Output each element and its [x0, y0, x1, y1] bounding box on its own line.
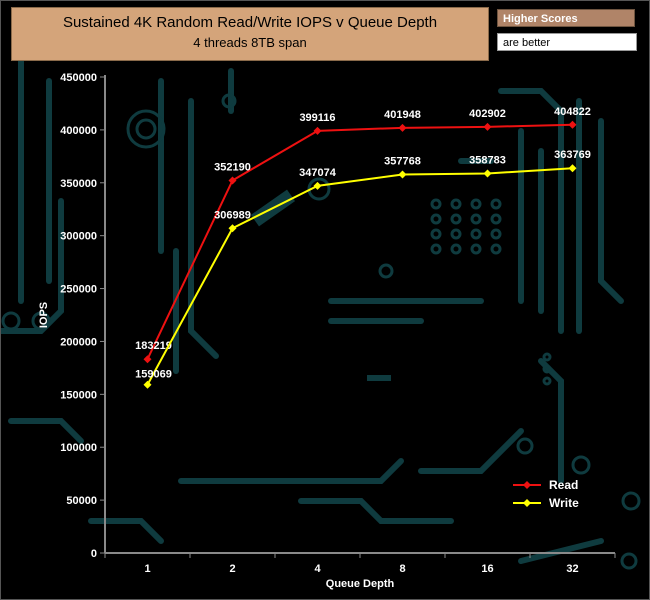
axes: 0 50000 100000 150000 200000 250000 300000 3500…	[38, 72, 616, 590]
decoration-pad	[450, 213, 462, 225]
legend-marker	[523, 481, 531, 489]
decoration-trace	[88, 518, 164, 544]
decoration-pad	[490, 198, 502, 210]
y-axis-ticks: 0 50000 100000 150000 200000 250000 300000 3500…	[60, 72, 105, 560]
data-label: 357768	[384, 156, 421, 168]
data-label: 347074	[299, 167, 337, 179]
legend-label: Write	[549, 496, 579, 510]
decoration-trace	[178, 458, 404, 484]
y-tick-label: 50000	[66, 495, 97, 507]
data-label: 363769	[554, 149, 591, 161]
chart-canvas: 0 50000 100000 150000 200000 250000 300000 3500…	[1, 58, 641, 590]
decoration-pad	[490, 213, 502, 225]
decoration-pad	[450, 243, 462, 255]
y-tick-label: 150000	[60, 389, 97, 401]
y-tick-label: 450000	[60, 72, 97, 84]
x-axis-title: Queue Depth	[326, 578, 395, 590]
y-tick-label: 0	[91, 548, 97, 560]
decoration-pad	[430, 228, 442, 240]
data-point	[143, 380, 152, 389]
decoration-pad	[470, 198, 482, 210]
data-point	[483, 122, 492, 131]
decoration-pad	[490, 228, 502, 240]
higher-scores-note: Higher Scores	[497, 9, 635, 27]
decoration-trace	[598, 118, 624, 304]
series-line-read	[146, 123, 573, 360]
x-tick-label: 8	[399, 563, 405, 575]
data-point	[483, 169, 492, 178]
decoration-pad	[571, 455, 591, 475]
are-better-note: are better	[497, 33, 637, 51]
data-label: 404822	[554, 106, 591, 118]
decoration-pad	[490, 243, 502, 255]
chart-subtitle: 4 threads 8TB span	[193, 35, 307, 50]
data-label: 401948	[384, 109, 421, 121]
decoration-pad	[542, 352, 552, 362]
data-point	[568, 120, 577, 129]
decoration-pad	[470, 213, 482, 225]
data-point	[313, 126, 322, 135]
data-point	[398, 170, 407, 179]
legend-label: Read	[549, 478, 578, 492]
decoration-trace	[8, 418, 84, 444]
x-tick-label: 2	[229, 563, 235, 575]
legend: Read Write	[513, 478, 579, 510]
data-point	[568, 164, 577, 173]
decoration-pad	[620, 552, 638, 570]
decoration-block	[367, 375, 391, 381]
decoration-pad	[470, 228, 482, 240]
y-tick-label: 300000	[60, 231, 97, 243]
decoration-pad	[378, 263, 394, 279]
data-point	[228, 176, 237, 185]
decoration-pad	[450, 228, 462, 240]
x-tick-label: 32	[566, 563, 578, 575]
y-tick-label: 200000	[60, 336, 97, 348]
chart-title-box: Sustained 4K Random Read/Write IOPS v Qu…	[11, 7, 489, 61]
decoration-pad	[542, 376, 552, 386]
data-label: 399116	[299, 112, 335, 124]
circuit-background-decoration	[1, 58, 641, 570]
data-label: 352190	[214, 161, 251, 173]
chart-frame: 0 50000 100000 150000 200000 250000 300000 3500…	[0, 0, 650, 600]
decoration-pad	[135, 118, 157, 140]
data-label: 358783	[469, 154, 506, 166]
decoration-trace	[298, 498, 454, 524]
data-point	[228, 224, 237, 233]
y-tick-label: 350000	[60, 178, 97, 190]
legend-marker	[523, 499, 531, 507]
y-tick-label: 250000	[60, 284, 97, 296]
data-point	[143, 355, 152, 364]
decoration-pad	[621, 491, 641, 511]
y-tick-label: 400000	[60, 125, 97, 137]
decoration-trace	[188, 98, 219, 359]
y-tick-label: 100000	[60, 442, 97, 454]
decoration-pad	[430, 198, 442, 210]
decoration-pad	[430, 243, 442, 255]
x-tick-label: 4	[314, 563, 321, 575]
decoration-pad	[470, 243, 482, 255]
x-tick-label: 1	[144, 563, 150, 575]
decoration-trace	[418, 428, 524, 474]
decoration-pad	[516, 437, 534, 455]
y-axis-title: IOPS	[38, 302, 50, 328]
data-label: 159069	[135, 369, 172, 381]
decoration-trace	[518, 538, 604, 564]
data-label: 306989	[214, 209, 251, 221]
chart-title: Sustained 4K Random Read/Write IOPS v Qu…	[62, 14, 438, 31]
decoration-pad	[430, 213, 442, 225]
data-point	[313, 181, 322, 190]
decoration-pad	[1, 311, 21, 331]
x-tick-label: 16	[481, 563, 493, 575]
data-point	[398, 123, 407, 132]
data-label: 402902	[469, 108, 506, 120]
decoration-pad	[450, 198, 462, 210]
